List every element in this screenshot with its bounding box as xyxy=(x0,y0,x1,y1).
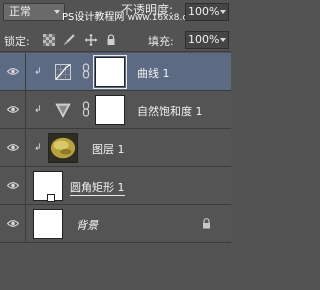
fill-label: 填充: xyxy=(148,35,174,48)
layer-name[interactable]: 背景 xyxy=(76,217,98,233)
layer-name[interactable]: 圆角矩形 1 xyxy=(70,179,125,196)
layer-mask-thumbnail[interactable] xyxy=(93,55,127,89)
lock-transparent-icon[interactable] xyxy=(43,34,55,46)
lock-position-icon[interactable] xyxy=(85,34,97,46)
layer-row-vibrance[interactable]: ↲ 自然饱和度 1 xyxy=(0,91,231,129)
eye-icon xyxy=(7,182,19,189)
opacity-label: 不透明度: xyxy=(121,3,174,17)
blend-mode-select[interactable]: 正常 xyxy=(3,3,65,21)
panel-top-row: 正常 PS设计教程网 www.16xx8.com 不透明度: 100% xyxy=(0,0,231,26)
shape-layer-badge-icon xyxy=(47,194,55,202)
layer-mask-thumbnail[interactable] xyxy=(95,95,125,125)
layer-row-layer1[interactable]: ↲ 图层 1 xyxy=(0,129,231,167)
lock-all-icon[interactable] xyxy=(105,34,117,46)
panel-empty-area xyxy=(0,253,231,290)
layers-list: ↲ 曲线 1 ↲ 自然饱和度 1 ↲ 图层 1 圆角矩形 1 背景 xyxy=(0,53,231,243)
layer-row-curves[interactable]: ↲ 曲线 1 xyxy=(0,53,231,91)
background-thumbnail[interactable] xyxy=(33,209,63,239)
chevron-down-icon[interactable] xyxy=(220,10,226,14)
visibility-toggle[interactable] xyxy=(0,129,26,167)
chevron-down-icon[interactable] xyxy=(220,38,226,42)
layer-name[interactable]: 图层 1 xyxy=(92,141,125,157)
layer-name[interactable]: 自然饱和度 1 xyxy=(137,103,203,119)
fill-input[interactable]: 100% xyxy=(185,31,229,49)
chevron-down-icon xyxy=(54,10,60,14)
opacity-input[interactable]: 100% xyxy=(185,3,229,21)
layer-row-rounded-rect[interactable]: 圆角矩形 1 xyxy=(0,167,231,205)
visibility-toggle[interactable] xyxy=(0,205,26,243)
eye-icon xyxy=(7,106,19,113)
link-chain-icon[interactable] xyxy=(82,63,90,79)
clipping-arrow-icon: ↲ xyxy=(34,143,42,153)
watermark-text: PS设计教程网 xyxy=(62,12,125,23)
eye-icon xyxy=(7,220,19,227)
eye-icon xyxy=(7,68,19,75)
layer-name[interactable]: 曲线 1 xyxy=(137,65,170,81)
lock-icon xyxy=(203,218,210,229)
blend-mode-value: 正常 xyxy=(9,5,31,18)
eye-icon xyxy=(7,144,19,151)
fill-value: 100% xyxy=(188,33,220,46)
lock-label: 锁定: xyxy=(4,35,30,48)
photo-thumbnail[interactable] xyxy=(48,133,78,163)
visibility-toggle[interactable] xyxy=(0,91,26,129)
opacity-value: 100% xyxy=(188,5,220,18)
layer-row-background[interactable]: 背景 xyxy=(0,205,231,243)
visibility-toggle[interactable] xyxy=(0,53,26,91)
clipping-arrow-icon: ↲ xyxy=(34,67,42,77)
vibrance-icon[interactable] xyxy=(55,102,71,118)
visibility-toggle[interactable] xyxy=(0,167,26,205)
link-chain-icon[interactable] xyxy=(82,101,90,117)
lock-image-icon[interactable] xyxy=(63,34,75,46)
curves-icon[interactable] xyxy=(55,64,71,80)
clipping-arrow-icon: ↲ xyxy=(34,105,42,115)
